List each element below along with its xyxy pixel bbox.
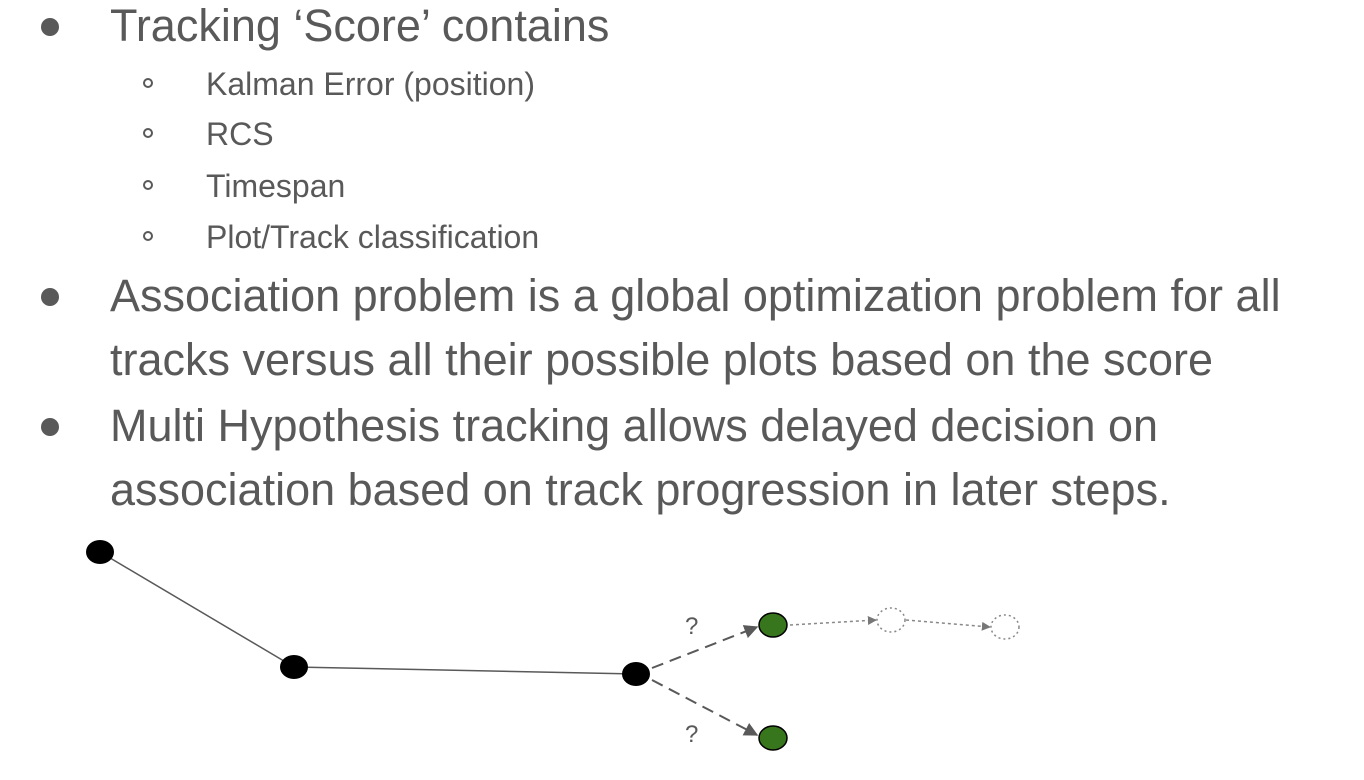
bullet-dot	[41, 418, 59, 436]
bullet-text-line-2: association based on track progression i…	[110, 464, 1171, 515]
sub-bullet-text: Plot/Track classification	[206, 219, 540, 255]
track-edge	[293, 666, 637, 675]
hypothesis-node-lower	[758, 725, 788, 751]
sub-bullet-text: RCS	[206, 116, 274, 152]
hypothesis-edge-lower	[651, 679, 759, 736]
question-mark-lower: ?	[685, 721, 698, 748]
past-node	[280, 655, 308, 679]
sub-bullet-rcs: RCS	[0, 112, 1364, 156]
bullet-dot	[41, 288, 59, 306]
bullet-item-score: Tracking ‘Score’ contains	[0, 0, 1364, 58]
track-hypothesis-diagram: ? ?	[86, 540, 1020, 751]
hollow-bullet-dot	[143, 180, 153, 190]
slide: Tracking ‘Score’ contains Kalman Error (…	[0, 0, 1364, 780]
sub-bullet-text: Kalman Error (position)	[206, 66, 535, 102]
hollow-bullet-dot	[143, 78, 153, 88]
hypothesis-node-upper	[758, 612, 788, 638]
sub-bullet-timespan: Timespan	[0, 164, 1364, 208]
sub-bullet-text: Timespan	[206, 168, 346, 204]
hollow-bullet-dot	[143, 128, 153, 138]
sub-bullet-kalman-error: Kalman Error (position)	[0, 62, 1364, 106]
bullet-item-multi-hypothesis: Multi Hypothesis tracking allows delayed…	[0, 394, 1364, 522]
hollow-bullet-dot	[143, 231, 153, 241]
future-edge	[905, 619, 991, 631]
future-node	[990, 614, 1020, 640]
bullet-text: Tracking ‘Score’ contains	[110, 0, 610, 51]
hypothesis-edge-upper	[651, 625, 759, 669]
bullet-text-line-1: Multi Hypothesis tracking allows delayed…	[110, 400, 1159, 451]
question-mark-upper: ?	[685, 613, 698, 640]
bullet-dot	[41, 18, 59, 36]
track-edge	[99, 551, 295, 668]
future-node	[876, 607, 906, 633]
sub-bullet-classification: Plot/Track classification	[0, 215, 1364, 259]
past-node	[86, 540, 114, 564]
future-edge	[789, 615, 877, 626]
bullet-text-line-2: tracks versus all their possible plots b…	[110, 334, 1214, 385]
current-node	[622, 662, 650, 686]
bullet-text-line-1: Association problem is a global optimiza…	[110, 270, 1281, 321]
bullet-item-association: Association problem is a global optimiza…	[0, 264, 1364, 392]
